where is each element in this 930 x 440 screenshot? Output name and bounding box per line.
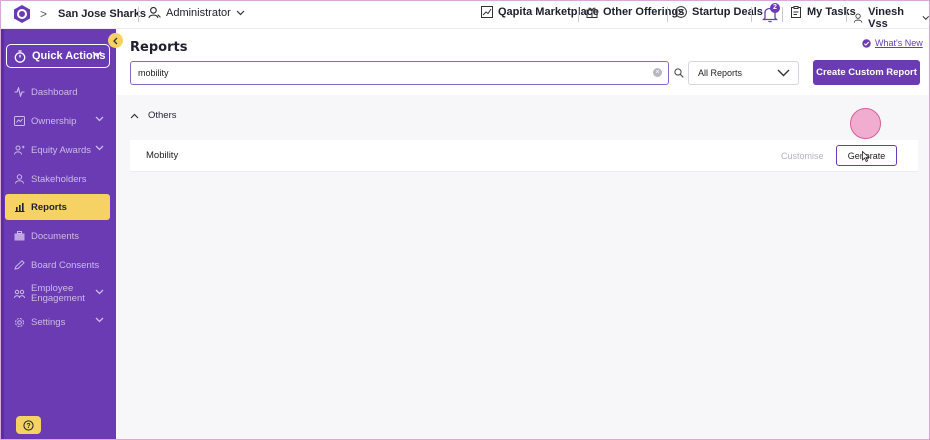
percent-badge-icon <box>675 6 687 18</box>
user-switch-icon <box>148 6 161 19</box>
page-title: Reports <box>130 40 188 55</box>
sidebar-item-equity-awards[interactable]: Equity Awards <box>5 138 110 162</box>
sidebar-item-label: Board Consents <box>31 259 100 271</box>
chevron-up-icon <box>130 113 139 118</box>
clipboard-icon <box>791 6 801 18</box>
clear-search-icon[interactable]: × <box>653 68 662 77</box>
chevron-down-icon <box>236 10 245 15</box>
quick-actions-button[interactable]: Quick Actions <box>6 44 110 68</box>
section-title: Others <box>148 110 177 121</box>
sidebar-item-label: Equity Awards <box>31 144 92 156</box>
mouse-cursor-icon <box>862 151 870 162</box>
user-icon <box>853 13 863 23</box>
sidebar-item-label: Employee Engagement <box>31 283 85 304</box>
sidebar-item-label: Reports <box>31 201 67 213</box>
sidebar-item-label: Dashboard <box>31 86 78 98</box>
chevron-down-icon <box>95 145 104 151</box>
briefcase-icon <box>14 231 25 241</box>
chevron-down-icon <box>922 15 930 20</box>
divider <box>667 7 668 22</box>
divider <box>578 7 579 22</box>
search-icon <box>674 68 684 78</box>
pulse-icon <box>14 87 25 97</box>
sidebar-item-reports[interactable]: Reports <box>5 194 110 220</box>
sidebar-item-settings[interactable]: Settings <box>5 310 110 334</box>
search-input[interactable]: mobility <box>130 61 669 85</box>
chevron-left-icon <box>113 37 118 44</box>
divider <box>782 7 783 22</box>
engagement-icon <box>14 289 25 299</box>
marketplace-link[interactable]: Qapita Marketplace <box>481 6 599 18</box>
org-name[interactable]: San Jose Sharks <box>58 8 146 20</box>
search-button[interactable] <box>670 61 688 85</box>
sidebar-item-board-consents[interactable]: Board Consents <box>5 253 110 277</box>
section-toggle-others[interactable]: Others <box>130 110 177 121</box>
chevron-down-icon <box>95 289 104 295</box>
report-type-value: All Reports <box>698 68 743 78</box>
stopwatch-icon <box>14 49 26 63</box>
customise-button[interactable]: Customise <box>781 151 824 161</box>
report-type-select[interactable]: All Reports <box>688 61 799 85</box>
qapita-logo-icon[interactable] <box>12 4 32 24</box>
chevron-down-icon <box>777 69 790 77</box>
my-tasks-label: My Tasks <box>807 6 856 18</box>
sidebar-item-label: Ownership <box>31 115 77 127</box>
search-value: mobility <box>138 68 169 78</box>
create-custom-report-button[interactable]: Create Custom Report <box>813 60 920 85</box>
startup-deals-link[interactable]: Startup Deals <box>675 6 763 18</box>
gift-icon <box>586 7 598 18</box>
help-button[interactable]: ? <box>16 416 41 434</box>
divider <box>751 7 752 22</box>
whats-new-link[interactable]: What's New <box>862 38 923 48</box>
sidebar-item-dashboard[interactable]: Dashboard <box>5 80 110 104</box>
collapse-sidebar-button[interactable] <box>108 33 123 48</box>
click-indicator <box>850 108 881 139</box>
other-offerings-link[interactable]: Other Offerings <box>586 6 684 18</box>
report-row: Mobility Customise Generate <box>130 140 918 172</box>
startup-deals-label: Startup Deals <box>692 6 763 18</box>
chart-box-icon <box>481 6 493 18</box>
sidebar-item-label: Documents <box>31 230 80 242</box>
sidebar-item-ownership[interactable]: Ownership <box>5 109 110 133</box>
report-name: Mobility <box>146 150 179 161</box>
sidebar-edge <box>0 29 4 440</box>
marketplace-label: Qapita Marketplace <box>498 6 599 18</box>
top-bar: > San Jose Sharks Administrator Qapita M… <box>0 0 930 30</box>
sidebar-item-label: Stakeholders <box>31 173 87 185</box>
svg-text:?: ? <box>26 423 30 430</box>
chevron-down-icon <box>92 51 102 58</box>
person-icon <box>15 174 24 184</box>
other-offerings-label: Other Offerings <box>603 6 685 18</box>
help-circle-icon: ? <box>23 419 34 431</box>
sidebar-item-label: Settings <box>31 316 66 328</box>
gear-icon <box>15 317 24 327</box>
chevron-down-icon <box>95 317 104 323</box>
chevron-down-icon <box>95 116 104 122</box>
ownership-icon <box>14 116 25 126</box>
user-name: Vinesh Vss <box>868 6 904 30</box>
user-menu[interactable]: Vinesh Vss <box>853 6 930 30</box>
whats-new-label: What's New <box>875 38 923 48</box>
sidebar-item-employee-engagement[interactable]: Employee Engagement <box>5 282 110 306</box>
divider <box>846 7 847 22</box>
role-switcher[interactable]: Administrator <box>148 6 245 19</box>
breadcrumb-chevron-icon: > <box>40 7 48 21</box>
sidebar-item-stakeholders[interactable]: Stakeholders <box>5 167 110 191</box>
divider <box>138 7 139 22</box>
equity-awards-icon <box>14 145 25 155</box>
check-badge-icon <box>862 38 871 48</box>
role-label: Administrator <box>166 6 231 19</box>
bar-chart-icon <box>15 203 25 212</box>
sidebar-item-documents[interactable]: Documents <box>5 224 110 248</box>
notification-badge: 2 <box>770 3 780 13</box>
pen-icon <box>14 260 25 270</box>
